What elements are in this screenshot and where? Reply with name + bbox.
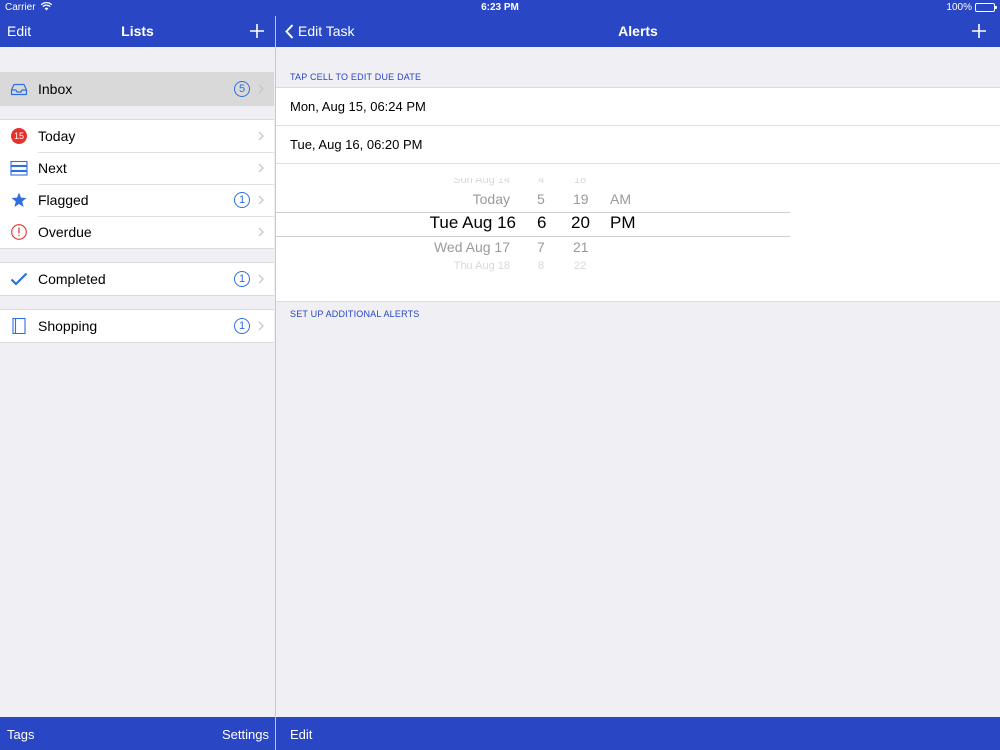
completed-group: Completed 1 <box>0 262 274 296</box>
smart-lists-group: 15 Today Next Flagged 1 Overdue <box>0 119 274 249</box>
picker-date-value: Sun Aug 14 <box>453 178 510 186</box>
exclamation-icon <box>11 224 27 240</box>
picker-date-value: Wed Aug 17 <box>433 239 510 255</box>
picker-minute-value: 18 <box>574 178 587 186</box>
alerts-list: Mon, Aug 15, 06:24 PM Tue, Aug 16, 06:20… <box>276 87 1000 302</box>
battery-icon <box>975 3 997 12</box>
lists-sidebar: Inbox 5 15 Today Next Flagged 1 Overdue … <box>0 47 275 717</box>
alerts-panel: TAP CELL TO EDIT DUE DATE Mon, Aug 15, 0… <box>276 47 1000 717</box>
chevron-right-icon <box>258 163 264 173</box>
sidebar-item-inbox[interactable]: Inbox 5 <box>0 73 274 105</box>
today-label: Today <box>38 128 76 144</box>
chevron-right-icon <box>258 131 264 141</box>
shopping-label: Shopping <box>38 318 98 334</box>
battery-percent: 100% <box>946 2 972 13</box>
status-bar: Carrier 6:23 PM 100% <box>0 0 1000 16</box>
add-alert-plus-icon[interactable] <box>968 20 990 42</box>
alert-date-text: Tue, Aug 16, 06:20 PM <box>290 137 423 152</box>
picker-hour-value: 5 <box>537 191 545 207</box>
notebook-icon <box>12 318 26 334</box>
sidebar-item-flagged[interactable]: Flagged 1 <box>0 184 274 216</box>
tags-button[interactable]: Tags <box>7 727 34 742</box>
picker-hour-value: 7 <box>537 239 545 255</box>
edit-alerts-button[interactable]: Edit <box>290 727 312 742</box>
svg-text:15: 15 <box>14 131 24 141</box>
calendar-day-icon: 15 <box>11 128 27 144</box>
checkmark-icon <box>10 272 28 286</box>
chevron-right-icon <box>258 84 264 94</box>
stack-icon <box>10 160 28 176</box>
additional-alerts-header: SET UP ADDITIONAL ALERTS <box>290 309 420 319</box>
picker-minute-value: 19 <box>573 191 589 207</box>
lists-title: Lists <box>121 23 154 39</box>
chevron-right-icon <box>258 274 264 284</box>
date-time-picker[interactable]: Sun Aug 14 Today Tue Aug 16 Wed Aug 17 T… <box>276 178 1000 278</box>
completed-count-badge: 1 <box>234 271 250 287</box>
status-time: 6:23 PM <box>481 2 519 13</box>
overdue-label: Overdue <box>38 224 92 240</box>
due-date-section-header: TAP CELL TO EDIT DUE DATE <box>290 72 422 82</box>
picker-minute-value: 21 <box>573 239 589 255</box>
picker-date-value: Thu Aug 18 <box>453 260 510 272</box>
cell-separator <box>276 163 1000 164</box>
sidebar-item-today[interactable]: 15 Today <box>0 120 274 152</box>
chevron-right-icon <box>258 195 264 205</box>
picker-hour-selected: 6 <box>537 213 547 232</box>
chevron-right-icon <box>258 321 264 331</box>
inbox-group: Inbox 5 <box>0 72 274 106</box>
next-label: Next <box>38 160 67 176</box>
inbox-count-badge: 5 <box>234 81 250 97</box>
picker-am-value: AM <box>610 191 631 207</box>
star-icon <box>11 192 27 207</box>
picker-minute-selected: 20 <box>571 213 590 232</box>
alerts-toolbar: Edit <box>276 717 1000 750</box>
picker-minute-value: 22 <box>574 260 587 272</box>
sidebar-item-next[interactable]: Next <box>0 152 274 184</box>
tray-icon <box>10 83 28 96</box>
sidebar-item-completed[interactable]: Completed 1 <box>0 263 274 295</box>
sidebar-item-shopping[interactable]: Shopping 1 <box>0 310 274 342</box>
flagged-count-badge: 1 <box>234 192 250 208</box>
lists-nav-bar: Edit Lists <box>0 16 275 47</box>
custom-lists-group: Shopping 1 <box>0 309 274 343</box>
alert-date-text: Mon, Aug 15, 06:24 PM <box>290 99 426 114</box>
add-list-plus-icon[interactable] <box>246 20 268 42</box>
flagged-label: Flagged <box>38 192 89 208</box>
sidebar-item-overdue[interactable]: Overdue <box>0 216 274 248</box>
chevron-right-icon <box>258 227 264 237</box>
settings-button[interactable]: Settings <box>222 727 269 742</box>
battery-indicator: 100% <box>946 2 997 13</box>
picker-date-value: Today <box>472 191 510 207</box>
picker-date-selected: Tue Aug 16 <box>429 213 516 232</box>
inbox-label: Inbox <box>38 81 73 97</box>
alerts-nav-bar: Edit Task Alerts <box>276 16 1000 47</box>
picker-selection-bottom-line <box>276 236 790 237</box>
picker-pm-selected: PM <box>610 213 636 232</box>
lists-toolbar: Tags Settings <box>0 717 275 750</box>
picker-hour-value: 4 <box>538 178 545 186</box>
alert-cell[interactable]: Tue, Aug 16, 06:20 PM <box>276 126 1000 164</box>
picker-selection-top-line <box>276 212 790 213</box>
completed-label: Completed <box>38 271 106 287</box>
alert-cell[interactable]: Mon, Aug 15, 06:24 PM <box>276 88 1000 126</box>
picker-hour-value: 8 <box>538 260 545 272</box>
shopping-count-badge: 1 <box>234 318 250 334</box>
alerts-title: Alerts <box>618 23 658 39</box>
